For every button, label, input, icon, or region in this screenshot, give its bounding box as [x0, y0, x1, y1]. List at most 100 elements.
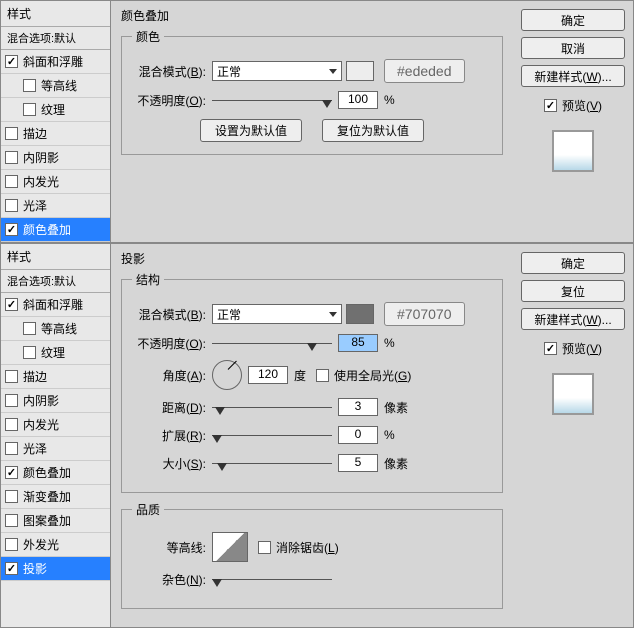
cancel-button[interactable]: 取消 [521, 37, 625, 59]
spread-input[interactable]: 0 [338, 426, 378, 444]
style-checkbox[interactable] [5, 466, 18, 479]
style-checkbox[interactable] [5, 562, 18, 575]
style-item[interactable]: 纹理 [1, 341, 110, 365]
style-checkbox[interactable] [23, 322, 36, 335]
new-style-button[interactable]: 新建样式(W)... [521, 308, 625, 330]
style-checkbox[interactable] [5, 418, 18, 431]
style-item[interactable]: 等高线 [1, 74, 110, 98]
style-checkbox[interactable] [5, 490, 18, 503]
preview-swatch [552, 373, 594, 415]
style-checkbox[interactable] [5, 175, 18, 188]
preview-checkbox[interactable]: 预览(V) [544, 340, 602, 357]
style-label: 描边 [23, 125, 47, 142]
hex-value-button[interactable]: #ededed [384, 59, 465, 83]
noise-slider[interactable] [212, 569, 332, 589]
section-title: 投影 [121, 250, 503, 267]
size-input[interactable]: 5 [338, 454, 378, 472]
reset-default-button[interactable]: 复位为默认值 [322, 119, 424, 142]
style-item[interactable]: 斜面和浮雕 [1, 293, 110, 317]
layer-style-dialog-1: 样式 混合选项:默认 斜面和浮雕等高线纹理描边内阴影内发光光泽颜色叠加 颜色叠加… [0, 0, 634, 243]
sidebar-subheader[interactable]: 混合选项:默认 [1, 270, 110, 293]
spread-slider[interactable] [212, 425, 332, 445]
blend-mode-label: 混合模式(B): [132, 63, 212, 80]
style-item[interactable]: 外发光 [1, 533, 110, 557]
opacity-label: 不透明度(O): [132, 92, 212, 109]
blend-mode-select[interactable]: 正常 [212, 304, 342, 324]
distance-slider[interactable] [212, 397, 332, 417]
style-label: 内发光 [23, 416, 59, 433]
spread-label: 扩展(R): [132, 427, 212, 444]
styles-sidebar: 样式 混合选项:默认 斜面和浮雕等高线纹理描边内阴影内发光光泽颜色叠加 [1, 1, 111, 242]
style-checkbox[interactable] [5, 223, 18, 236]
style-item[interactable]: 光泽 [1, 194, 110, 218]
size-unit: 像素 [384, 455, 408, 472]
style-checkbox[interactable] [5, 442, 18, 455]
blend-mode-select[interactable]: 正常 [212, 61, 342, 81]
section-title: 颜色叠加 [121, 7, 503, 24]
angle-input[interactable]: 120 [248, 366, 288, 384]
group-legend: 颜色 [132, 28, 164, 45]
style-checkbox[interactable] [5, 199, 18, 212]
style-checkbox[interactable] [23, 346, 36, 359]
ok-button[interactable]: 确定 [521, 252, 625, 274]
style-item[interactable]: 投影 [1, 557, 110, 581]
style-item[interactable]: 内阴影 [1, 389, 110, 413]
new-style-button[interactable]: 新建样式(W)... [521, 65, 625, 87]
style-item[interactable]: 颜色叠加 [1, 218, 110, 242]
style-checkbox[interactable] [5, 394, 18, 407]
style-item[interactable]: 颜色叠加 [1, 461, 110, 485]
style-checkbox[interactable] [5, 514, 18, 527]
reset-button[interactable]: 复位 [521, 280, 625, 302]
color-swatch[interactable] [346, 61, 374, 81]
style-checkbox[interactable] [23, 103, 36, 116]
style-item[interactable]: 描边 [1, 365, 110, 389]
opacity-unit: % [384, 93, 395, 107]
noise-label: 杂色(N): [132, 571, 212, 588]
style-item[interactable]: 描边 [1, 122, 110, 146]
set-default-button[interactable]: 设置为默认值 [200, 119, 302, 142]
style-checkbox[interactable] [5, 55, 18, 68]
preview-checkbox[interactable]: 预览(V) [544, 97, 602, 114]
style-checkbox[interactable] [5, 151, 18, 164]
ok-button[interactable]: 确定 [521, 9, 625, 31]
style-label: 图案叠加 [23, 512, 71, 529]
opacity-slider[interactable] [212, 333, 332, 353]
style-label: 颜色叠加 [23, 464, 71, 481]
style-checkbox[interactable] [23, 79, 36, 92]
opacity-input[interactable]: 85 [338, 334, 378, 352]
contour-picker[interactable] [212, 532, 248, 562]
distance-input[interactable]: 3 [338, 398, 378, 416]
opacity-unit: % [384, 336, 395, 350]
style-label: 纹理 [41, 101, 65, 118]
style-label: 光泽 [23, 197, 47, 214]
style-item[interactable]: 斜面和浮雕 [1, 50, 110, 74]
style-item[interactable]: 图案叠加 [1, 509, 110, 533]
angle-dial[interactable] [212, 360, 242, 390]
style-item[interactable]: 渐变叠加 [1, 485, 110, 509]
opacity-slider[interactable] [212, 90, 332, 110]
group-legend: 结构 [132, 271, 164, 288]
main-panel: 颜色叠加 颜色 混合模式(B): 正常 #ededed 不透明度(O): 100… [111, 1, 513, 242]
size-slider[interactable] [212, 453, 332, 473]
style-item[interactable]: 内阴影 [1, 146, 110, 170]
style-label: 等高线 [41, 77, 77, 94]
color-swatch[interactable] [346, 304, 374, 324]
hex-value-button[interactable]: #707070 [384, 302, 465, 326]
global-light-checkbox[interactable] [316, 369, 329, 382]
style-label: 内阴影 [23, 392, 59, 409]
size-label: 大小(S): [132, 455, 212, 472]
style-item[interactable]: 内发光 [1, 170, 110, 194]
style-item[interactable]: 光泽 [1, 437, 110, 461]
style-item[interactable]: 等高线 [1, 317, 110, 341]
opacity-input[interactable]: 100 [338, 91, 378, 109]
style-checkbox[interactable] [5, 370, 18, 383]
style-checkbox[interactable] [5, 538, 18, 551]
style-item[interactable]: 内发光 [1, 413, 110, 437]
angle-unit: 度 [294, 367, 306, 384]
style-checkbox[interactable] [5, 298, 18, 311]
style-label: 内阴影 [23, 149, 59, 166]
sidebar-subheader[interactable]: 混合选项:默认 [1, 27, 110, 50]
style-item[interactable]: 纹理 [1, 98, 110, 122]
antialias-checkbox[interactable] [258, 541, 271, 554]
style-checkbox[interactable] [5, 127, 18, 140]
